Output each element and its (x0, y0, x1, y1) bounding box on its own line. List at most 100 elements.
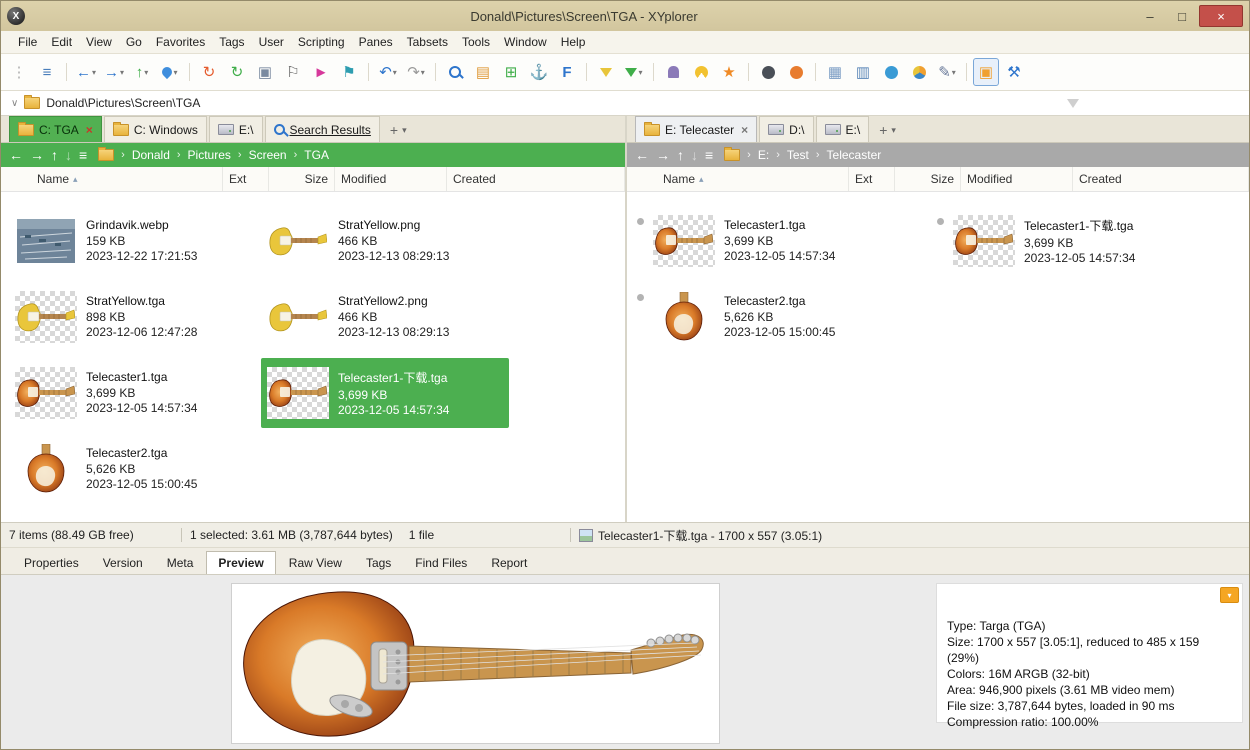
column-header-size[interactable]: Size (269, 167, 335, 191)
panel-tab-properties[interactable]: Properties (13, 552, 90, 574)
search-icon[interactable] (442, 58, 468, 86)
menu-item-view[interactable]: View (79, 31, 119, 53)
panel-tab-raw-view[interactable]: Raw View (278, 552, 353, 574)
crumb-tga[interactable]: TGA (304, 148, 329, 162)
right-tab-e-telecaster[interactable]: E: Telecaster× (635, 116, 757, 142)
new-tab-button[interactable]: + (879, 122, 887, 138)
maximize-button[interactable]: □ (1167, 6, 1197, 26)
panel-tab-meta[interactable]: Meta (156, 552, 205, 574)
color-wheel-icon[interactable] (906, 58, 932, 86)
basketball-icon[interactable] (783, 58, 809, 86)
menu-item-help[interactable]: Help (554, 31, 593, 53)
crumb-telecaster[interactable]: Telecaster (827, 148, 882, 162)
column-header-name[interactable]: Name▴ (1, 167, 223, 191)
package-icon[interactable]: ▣ (252, 58, 278, 86)
menu-item-file[interactable]: File (11, 31, 44, 53)
ghost-icon[interactable] (660, 58, 686, 86)
tab-list-button[interactable]: ▾ (402, 125, 407, 136)
report-icon[interactable]: ▥ (850, 58, 876, 86)
close-button[interactable]: × (1199, 5, 1243, 27)
forward-crumb-icon[interactable]: → (656, 147, 670, 163)
column-header-modified[interactable]: Modified (961, 167, 1073, 191)
pacman-icon[interactable] (688, 58, 714, 86)
toolbar-grip-icon[interactable]: ⋮ (6, 58, 32, 86)
crumb-menu-icon[interactable]: ≡ (705, 147, 713, 163)
crumb-pictures[interactable]: Pictures (188, 148, 231, 162)
tools-icon[interactable]: ⚒ (1001, 58, 1027, 86)
tiles-icon[interactable]: ▦ (822, 58, 848, 86)
tree-icon[interactable]: ⊞ (498, 58, 524, 86)
column-header-modified[interactable]: Modified (335, 167, 447, 191)
customize-toolbar-icon[interactable]: ≡ (34, 58, 60, 86)
panel-tab-version[interactable]: Version (92, 552, 154, 574)
left-tab-c-windows[interactable]: C: Windows (104, 116, 207, 142)
hotlist-icon[interactable]: ↻ (196, 58, 222, 86)
crumb-menu-icon[interactable]: ≡ (79, 147, 87, 163)
tab-list-button[interactable]: ▾ (891, 125, 896, 136)
column-header-ext[interactable]: Ext (849, 167, 895, 191)
file-tile-stratyellow-tga[interactable]: StratYellow.tga898 KB2023-12-06 12:47:28 (9, 282, 257, 352)
back-crumb-icon[interactable]: ← (635, 147, 649, 163)
address-dropdown-icon[interactable]: ∨ (11, 98, 18, 109)
up-crumb-icon[interactable]: ↑ (51, 147, 58, 163)
moon-icon[interactable] (755, 58, 781, 86)
new-tab-button[interactable]: + (390, 122, 398, 138)
down-crumb-icon[interactable]: ↓ (691, 147, 698, 163)
up-icon[interactable]: ↑▾ (129, 58, 155, 86)
crumb-donald[interactable]: Donald (132, 148, 170, 162)
menu-item-window[interactable]: Window (497, 31, 554, 53)
menu-item-scripting[interactable]: Scripting (291, 31, 352, 53)
down-crumb-icon[interactable]: ↓ (65, 147, 72, 163)
menu-item-favorites[interactable]: Favorites (149, 31, 212, 53)
filter-green-icon[interactable]: ▾ (621, 58, 647, 86)
mini-tree-icon[interactable]: ▣ (973, 58, 999, 86)
address-filter-icon[interactable] (1067, 99, 1079, 108)
file-tile-telecaster1-tga[interactable]: Telecaster1.tga3,699 KB2023-12-05 14:57:… (631, 206, 925, 276)
panel-tab-preview[interactable]: Preview (206, 551, 275, 574)
send-icon[interactable]: ► (308, 58, 334, 86)
panel-tab-tags[interactable]: Tags (355, 552, 402, 574)
menu-item-user[interactable]: User (252, 31, 291, 53)
file-tile-grindavik-webp[interactable]: Grindavik.webp159 KB2023-12-22 17:21:53 (9, 206, 257, 276)
file-tile-telecaster1-tga[interactable]: Telecaster1-下载.tga3,699 KB2023-12-05 14:… (931, 206, 1225, 276)
file-tile-telecaster1-tga[interactable]: Telecaster1.tga3,699 KB2023-12-05 14:57:… (9, 358, 257, 428)
left-tab-search-results[interactable]: Search Results (265, 116, 380, 142)
refresh-icon[interactable]: ↻ (224, 58, 250, 86)
column-header-ext[interactable]: Ext (223, 167, 269, 191)
crumb-test[interactable]: Test (787, 148, 809, 162)
back-icon[interactable]: ←▾ (73, 58, 99, 86)
font-icon[interactable]: F (554, 58, 580, 86)
column-header-name[interactable]: Name▴ (627, 167, 849, 191)
menu-item-edit[interactable]: Edit (44, 31, 79, 53)
up-crumb-icon[interactable]: ↑ (677, 147, 684, 163)
anchor-icon[interactable]: ⚓ (526, 58, 552, 86)
menu-item-panes[interactable]: Panes (352, 31, 400, 53)
file-tile-telecaster2-tga[interactable]: Telecaster2.tga5,626 KB2023-12-05 15:00:… (631, 282, 925, 352)
file-tile-stratyellow-png[interactable]: StratYellow.png466 KB2023-12-13 08:29:13 (261, 206, 509, 276)
close-tab-icon[interactable]: × (86, 123, 93, 137)
minimize-button[interactable]: – (1135, 6, 1165, 26)
menu-item-go[interactable]: Go (119, 31, 149, 53)
file-tile-telecaster1-tga[interactable]: Telecaster1-下载.tga3,699 KB2023-12-05 14:… (261, 358, 509, 428)
column-header-created[interactable]: Created (447, 167, 625, 191)
redo-icon[interactable]: ↷▾ (403, 58, 429, 86)
preview-options-button[interactable]: ▾ (1220, 587, 1239, 603)
location-icon[interactable]: ▾ (157, 58, 183, 86)
right-tab-e[interactable]: E:\ (816, 116, 870, 142)
back-crumb-icon[interactable]: ← (9, 147, 23, 163)
brush-icon[interactable]: ✎▾ (934, 58, 960, 86)
crumb-screen[interactable]: Screen (249, 148, 287, 162)
crumb-e[interactable]: E: (758, 148, 769, 162)
menu-item-tabsets[interactable]: Tabsets (400, 31, 455, 53)
teal-flag-icon[interactable]: ⚑ (336, 58, 362, 86)
undo-icon[interactable]: ↶▾ (375, 58, 401, 86)
menu-item-tools[interactable]: Tools (455, 31, 497, 53)
paste-icon[interactable]: ▤ (470, 58, 496, 86)
file-tile-telecaster2-tga[interactable]: Telecaster2.tga5,626 KB2023-12-05 15:00:… (9, 434, 257, 504)
panel-tab-find-files[interactable]: Find Files (404, 552, 478, 574)
column-header-created[interactable]: Created (1073, 167, 1249, 191)
file-tile-stratyellow2-png[interactable]: StratYellow2.png466 KB2023-12-13 08:29:1… (261, 282, 509, 352)
left-tab-e[interactable]: E:\ (209, 116, 263, 142)
address-path[interactable]: Donald\Pictures\Screen\TGA (46, 96, 200, 110)
badge-icon[interactable] (878, 58, 904, 86)
